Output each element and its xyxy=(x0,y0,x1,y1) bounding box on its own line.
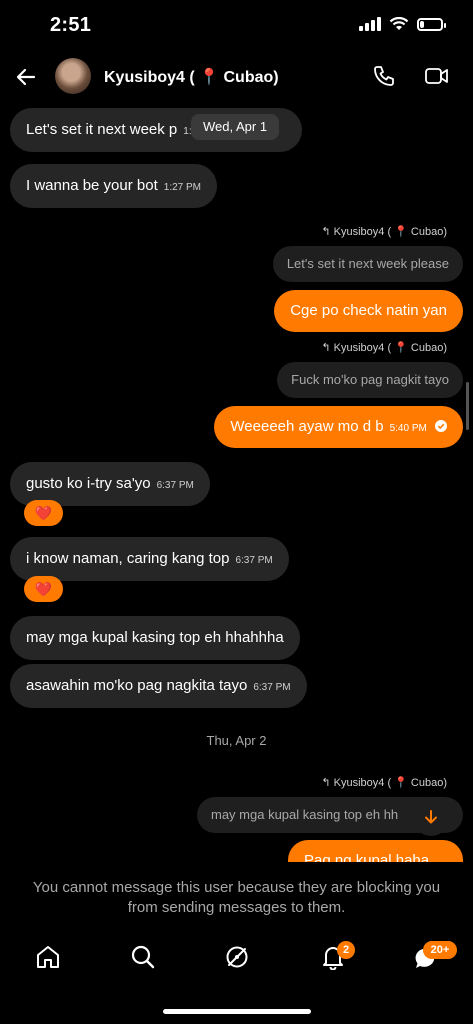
message-time: 6:37 PM xyxy=(235,555,273,566)
message-time: 1:27 PM xyxy=(163,182,202,193)
message-text: Let's set it next week p xyxy=(26,121,178,138)
battery-icon xyxy=(417,17,446,31)
video-call-icon[interactable] xyxy=(424,64,450,88)
message-time: 6:37 PM xyxy=(156,480,194,491)
quoted-message[interactable]: Fuck mo'ko pag nagkit tayo xyxy=(277,362,463,398)
message-bubble-incoming[interactable]: may mga kupal kasing top eh hhahhha xyxy=(10,616,300,660)
message-text: Weeeeeh ayaw mo d b xyxy=(230,418,384,435)
message-bubble-incoming[interactable]: i know naman, caring kang top 6:37 PM xyxy=(10,537,289,581)
notifications-badge: 2 xyxy=(337,941,355,959)
phone-icon[interactable] xyxy=(372,64,396,88)
home-icon[interactable] xyxy=(35,944,61,970)
message-text: may mga kupal kasing top eh hhahhha xyxy=(26,629,284,646)
blocked-notice: You cannot message this user because the… xyxy=(32,879,441,916)
signal-icon xyxy=(359,17,381,31)
date-separator: Thu, Apr 2 xyxy=(206,733,267,748)
seen-check-icon xyxy=(435,420,447,432)
message-text: I wanna be your bot xyxy=(26,177,158,194)
date-tooltip: Wed, Apr 1 xyxy=(191,114,280,140)
messages-badge: 20+ xyxy=(423,941,457,959)
back-arrow-icon[interactable] xyxy=(14,65,38,89)
heart-reaction[interactable]: ❤️ xyxy=(24,576,63,602)
message-text: gusto ko i-try sa'yo xyxy=(26,475,151,492)
explore-icon[interactable] xyxy=(224,944,250,970)
chat-header: Kyusiboy4 ( 📍 Cubao) xyxy=(0,55,473,99)
reply-label: ↰ Kyusiboy4 ( 📍 Cubao) xyxy=(321,777,447,789)
status-time: 2:51 xyxy=(50,14,92,36)
message-bubble-outgoing[interactable]: Weeeeeh ayaw mo d b 5:40 PM xyxy=(214,406,463,448)
message-time: 5:40 PM xyxy=(389,423,427,434)
message-bubble-incoming[interactable]: asawahin mo'ko pag nagkita tayo 6:37 PM xyxy=(10,664,307,708)
message-text: i know naman, caring kang top xyxy=(26,550,230,567)
contact-name[interactable]: Kyusiboy4 ( 📍 Cubao) xyxy=(104,67,279,87)
message-bubble-incoming[interactable]: I wanna be your bot 1:27 PM xyxy=(10,164,218,208)
bottom-nav: 2 20+ xyxy=(0,936,473,986)
arrow-down-icon xyxy=(425,810,437,824)
message-bubble-outgoing[interactable]: Pag ng kupal haha xyxy=(288,840,463,864)
blocked-notice-area: You cannot message this user because the… xyxy=(0,862,473,932)
reply-label: ↰ Kyusiboy4 ( 📍 Cubao) xyxy=(321,226,447,238)
avatar[interactable] xyxy=(55,58,91,94)
wifi-icon xyxy=(389,17,409,30)
message-time: 6:37 PM xyxy=(253,682,291,693)
scroll-to-bottom-button[interactable] xyxy=(412,798,450,836)
quoted-message[interactable]: Let's set it next week please xyxy=(272,246,463,282)
message-text: asawahin mo'ko pag nagkita tayo xyxy=(26,677,248,694)
home-indicator[interactable] xyxy=(163,1009,311,1014)
reply-label: ↰ Kyusiboy4 ( 📍 Cubao) xyxy=(321,342,447,354)
status-icons xyxy=(359,17,446,31)
message-text: Cge po check natin yan xyxy=(290,302,447,319)
scrollbar[interactable] xyxy=(466,382,469,430)
heart-reaction[interactable]: ❤️ xyxy=(24,500,63,526)
message-bubble-outgoing[interactable]: Cge po check natin yan xyxy=(274,290,463,332)
search-icon[interactable] xyxy=(130,944,156,970)
